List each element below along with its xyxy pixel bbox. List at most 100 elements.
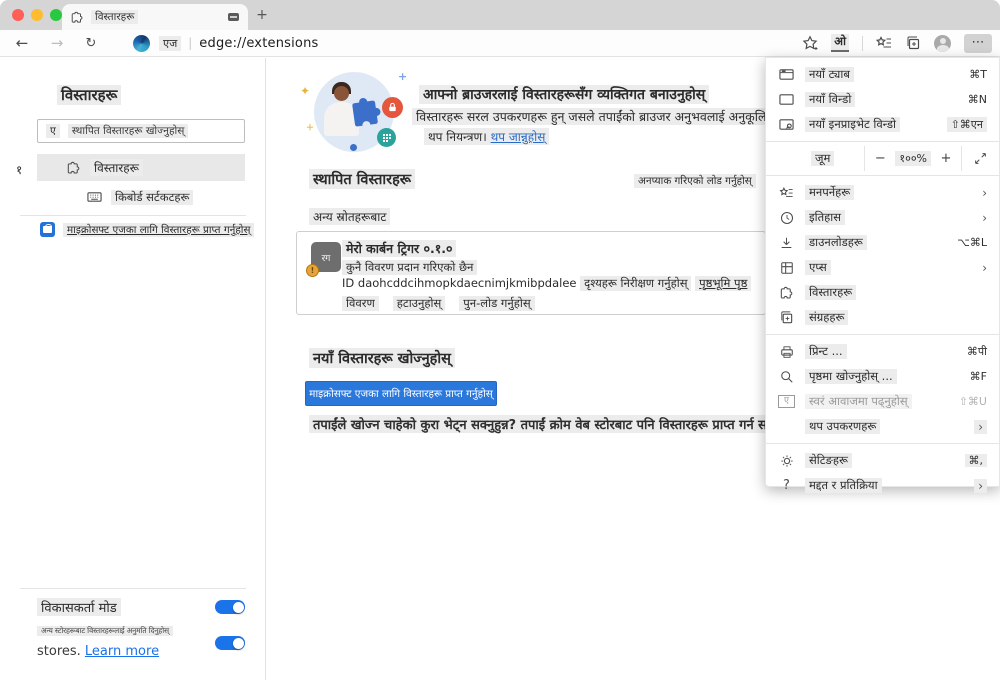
extensions-icon bbox=[778, 286, 795, 300]
zoom-in-button[interactable]: + bbox=[931, 151, 961, 166]
menu-item-favorites[interactable]: मनपर्नेहरू › bbox=[766, 180, 999, 205]
forward-button[interactable]: → bbox=[45, 34, 69, 52]
apps-icon bbox=[778, 261, 795, 275]
allow-other-stores-toggle[interactable] bbox=[215, 636, 245, 650]
new-tab-icon bbox=[778, 68, 795, 81]
puzzle-favicon-icon bbox=[71, 11, 83, 23]
menu-item-label: थप उपकरणहरू bbox=[805, 419, 881, 434]
menu-item-label: मनपर्नेहरू bbox=[805, 185, 855, 200]
active-tab[interactable]: विस्तारहरू bbox=[62, 4, 248, 30]
settings-and-more-button[interactable]: ⋯ bbox=[964, 33, 992, 53]
new-tab-button[interactable]: + bbox=[254, 7, 270, 23]
back-button[interactable]: ← bbox=[10, 34, 34, 52]
load-unpacked-button[interactable]: अनप्याक गरिएको लोड गर्नुहोस् bbox=[634, 174, 756, 188]
menu-item-shortcut: ⌘N bbox=[967, 93, 987, 106]
menu-item-new-window[interactable]: नयाँ विन्डो ⌘N bbox=[766, 87, 999, 112]
menu-item-help-and-feedback[interactable]: ? मद्दत र प्रतिक्रिया › bbox=[766, 473, 999, 498]
collections-icon bbox=[778, 310, 795, 325]
extension-id-row: ID daohcddcihmopkdaecnimjkmibpdalee दृश्… bbox=[342, 276, 752, 291]
stores-prefix: stores. bbox=[37, 644, 85, 659]
hero-title: आफ्नो ब्राउजरलाई विस्तारहरूसँग व्यक्तिगत… bbox=[419, 85, 710, 104]
site-badge: एज bbox=[159, 35, 182, 51]
menu-item-new-tab[interactable]: नयाँ ट्याब ⌘T bbox=[766, 62, 999, 87]
chevron-right-icon: › bbox=[974, 478, 987, 493]
sidebar-item-extensions[interactable]: विस्तारहरू bbox=[37, 154, 245, 181]
sparkle-icon: + bbox=[398, 70, 408, 83]
menu-item-label: सेटिङहरू bbox=[805, 453, 852, 468]
maximize-window-button[interactable] bbox=[50, 9, 62, 21]
search-icon: ए bbox=[46, 124, 60, 138]
favorites-icon bbox=[778, 186, 795, 200]
downloads-icon bbox=[778, 236, 795, 250]
extension-id: ID daohcddcihmopkdaecnimjkmibpdalee bbox=[342, 276, 577, 290]
chrome-store-note: तपाईंले खोज्न चाहेको कुरा भेट्न सक्नुहुन… bbox=[309, 415, 806, 433]
menu-divider bbox=[766, 334, 999, 335]
menu-item-more-tools[interactable]: थप उपकरणहरू › bbox=[766, 414, 999, 439]
lock-icon bbox=[382, 97, 403, 118]
menu-item-label: एप्स bbox=[805, 260, 831, 275]
history-icon bbox=[778, 211, 795, 225]
extension-o-button[interactable]: ओ bbox=[831, 34, 849, 52]
learn-more-link[interactable]: Learn more bbox=[85, 644, 159, 659]
sidebar-item-keyboard-shortcuts[interactable]: किबोर्ड सर्टकटहरू bbox=[37, 185, 245, 209]
collections-icon[interactable] bbox=[905, 35, 921, 51]
developer-mode-toggle[interactable] bbox=[215, 600, 245, 614]
menu-item-shortcut: ⌘, bbox=[964, 454, 987, 467]
toolbar-right: ओ ⋯ bbox=[802, 33, 1000, 53]
profile-avatar[interactable] bbox=[934, 34, 951, 52]
get-extensions-label: माइक्रोसफ्ट एजका लागि विस्तारहरू प्राप्त… bbox=[63, 222, 255, 237]
zoom-out-button[interactable]: − bbox=[865, 151, 895, 166]
toolbar: ← → ↻ एज | edge://extensions ओ ⋯ bbox=[0, 30, 1000, 57]
menu-divider bbox=[766, 141, 999, 142]
menu-item-label: स्वरं आवाजमा पढ्नुहोस् bbox=[805, 394, 912, 409]
menu-item-extensions[interactable]: विस्तारहरू bbox=[766, 280, 999, 305]
fullscreen-icon[interactable] bbox=[962, 152, 999, 165]
chevron-right-icon: › bbox=[982, 210, 987, 225]
extension-actions: विवरण हटाउनुहोस् पुन-लोड गर्नुहोस् bbox=[342, 296, 535, 311]
favorite-star-icon[interactable] bbox=[802, 35, 818, 51]
favorites-list-icon[interactable] bbox=[876, 35, 892, 51]
remove-button[interactable]: हटाउनुहोस् bbox=[392, 296, 446, 311]
extensions-sidebar: विस्तारहरू ए स्थापित विस्तारहरू खोज्नुहो… bbox=[0, 58, 266, 680]
search-input[interactable]: ए स्थापित विस्तारहरू खोज्नुहोस् bbox=[37, 119, 245, 143]
menu-item-find-on-page[interactable]: पृष्ठमा खोज्नुहोस् ... ⌘F bbox=[766, 364, 999, 389]
menu-item-label: नयाँ ट्याब bbox=[805, 67, 854, 82]
learn-more-link[interactable]: थप जान्नुहोस् bbox=[491, 130, 546, 144]
settings-gear-icon bbox=[778, 454, 795, 468]
nav-index-marker: १ bbox=[16, 163, 23, 177]
menu-item-label: नयाँ विन्डो bbox=[805, 92, 856, 107]
menu-item-new-inprivate-window[interactable]: नयाँ इनप्राइभेट विन्डो ⇧⌘एन bbox=[766, 112, 999, 137]
close-window-button[interactable] bbox=[12, 9, 24, 21]
tab-title: विस्तारहरू bbox=[91, 10, 139, 24]
menu-item-downloads[interactable]: डाउनलोडहरू ⌥⌘L bbox=[766, 230, 999, 255]
get-extensions-button[interactable]: माइक्रोसफ्ट एजका लागि विस्तारहरू प्राप्त… bbox=[305, 381, 497, 406]
menu-item-shortcut: ⌘पी bbox=[966, 345, 987, 358]
minimize-window-button[interactable] bbox=[31, 9, 43, 21]
menu-item-print[interactable]: प्रिन्ट ... ⌘पी bbox=[766, 339, 999, 364]
error-badge-icon[interactable]: ! bbox=[306, 264, 319, 277]
extension-description: कुनै विवरण प्रदान गरिएको छैन bbox=[342, 260, 478, 275]
background-page-link[interactable]: पृष्ठभूमि पृष्ठ bbox=[695, 276, 752, 291]
menu-item-settings[interactable]: सेटिङहरू ⌘, bbox=[766, 448, 999, 473]
extension-card: रग ! मेरो कार्बन ट्रिगर ०.१.० कुनै विवरण… bbox=[296, 231, 766, 315]
menu-item-apps[interactable]: एप्स › bbox=[766, 255, 999, 280]
read-aloud-icon: ए bbox=[778, 395, 795, 408]
reload-button[interactable]: पुन-लोड गर्नुहोस् bbox=[459, 296, 535, 311]
extension-title: मेरो कार्बन ट्रिगर ०.१.० bbox=[342, 240, 457, 257]
chevron-right-icon: › bbox=[974, 419, 987, 434]
menu-item-history[interactable]: इतिहास › bbox=[766, 205, 999, 230]
menu-item-label: नयाँ इनप्राइभेट विन्डो bbox=[805, 117, 901, 132]
menu-item-collections[interactable]: संग्रहहरू bbox=[766, 305, 999, 330]
menu-item-shortcut: ⇧⌘U bbox=[958, 395, 987, 408]
reload-button[interactable]: ↻ bbox=[79, 36, 103, 51]
person-illustration bbox=[334, 86, 349, 101]
dot-decoration bbox=[350, 144, 357, 151]
toolbar-divider bbox=[862, 35, 863, 51]
details-button[interactable]: विवरण bbox=[342, 296, 379, 311]
address-bar[interactable]: edge://extensions bbox=[199, 36, 318, 51]
browser-menu: नयाँ ट्याब ⌘T नयाँ विन्डो ⌘N नयाँ इनप्रा… bbox=[765, 57, 1000, 493]
sparkle-icon: ✦ bbox=[300, 84, 311, 98]
get-extensions-link[interactable]: माइक्रोसफ्ट एजका लागि विस्तारहरू प्राप्त… bbox=[40, 222, 255, 237]
menu-item-shortcut: ⇧⌘एन bbox=[946, 117, 987, 132]
calculator-icon bbox=[377, 128, 396, 147]
